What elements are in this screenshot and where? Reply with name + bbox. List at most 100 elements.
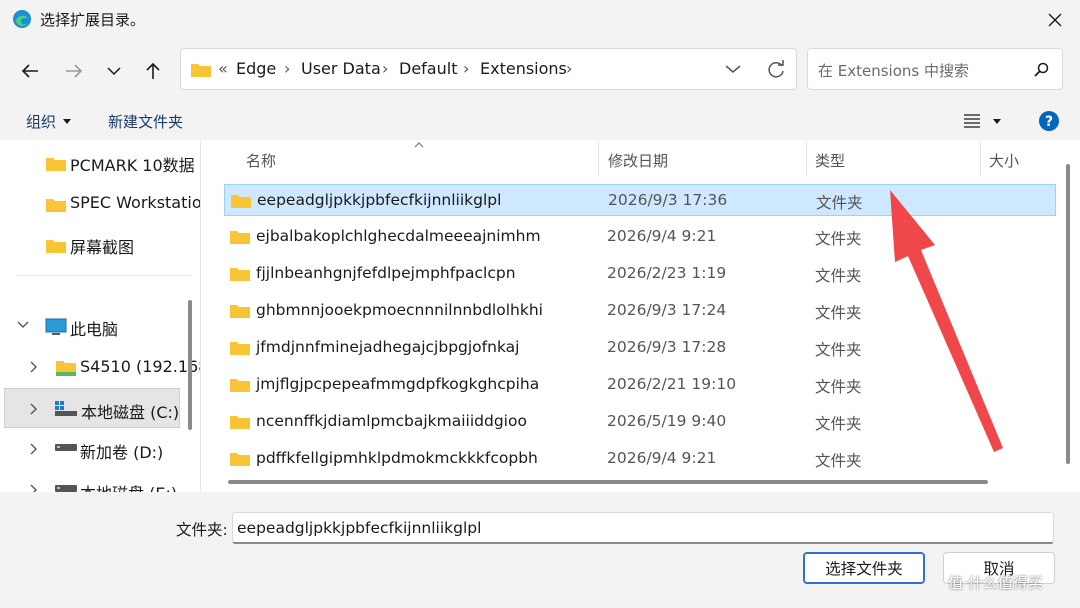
new-folder-button[interactable]: 新建文件夹 bbox=[108, 111, 183, 132]
folder-field-label: 文件夹: bbox=[176, 521, 228, 539]
up-button[interactable] bbox=[139, 58, 167, 84]
refresh-icon[interactable] bbox=[766, 60, 786, 80]
nav-item-label: 本地磁盘 (C:) bbox=[81, 403, 180, 422]
nav-item-label: 屏幕截图 bbox=[70, 238, 135, 257]
folder-icon bbox=[230, 268, 250, 281]
file-type: 文件夹 bbox=[815, 230, 862, 248]
crumb-separator[interactable]: › bbox=[463, 59, 469, 78]
drive-icon bbox=[55, 444, 77, 451]
crumb-separator[interactable]: › bbox=[566, 59, 572, 78]
column-separator[interactable] bbox=[980, 142, 981, 176]
column-separator[interactable] bbox=[598, 142, 599, 176]
forward-button[interactable] bbox=[60, 58, 88, 84]
close-button[interactable] bbox=[1040, 6, 1070, 34]
close-icon bbox=[1048, 13, 1062, 27]
folder-icon bbox=[46, 158, 66, 171]
file-row[interactable]: fjjlnbeanhgnjfefdlpejmphfpaclcpn 2026/2/… bbox=[224, 258, 1056, 290]
file-row[interactable]: eepeadgljpkkjpbfecfkijnnliikglpl 2026/9/… bbox=[224, 184, 1056, 216]
file-type: 文件夹 bbox=[815, 267, 862, 285]
overflow-chevron[interactable]: « bbox=[218, 59, 228, 78]
file-row[interactable]: jmjflgjpcpepeafmmgdpfkogkghcpiha 2026/2/… bbox=[224, 369, 1056, 401]
organize-button[interactable]: 组织 bbox=[26, 111, 56, 132]
crumb-extensions[interactable]: Extensions bbox=[480, 59, 567, 78]
horizontal-scrollbar-thumb[interactable] bbox=[228, 480, 988, 484]
edge-icon bbox=[13, 10, 31, 28]
arrow-left-icon bbox=[21, 64, 38, 78]
column-header-date[interactable]: 修改日期 bbox=[608, 150, 668, 171]
chevron-down-icon[interactable] bbox=[17, 321, 29, 329]
back-button[interactable] bbox=[16, 58, 44, 84]
search-box[interactable]: 在 Extensions 中搜索 bbox=[807, 48, 1063, 90]
caret-down-icon[interactable] bbox=[63, 119, 71, 124]
file-row[interactable]: ejbalbakoplchlghecdalmeeeajnimhm 2026/9/… bbox=[224, 221, 1056, 253]
search-icon[interactable] bbox=[1034, 62, 1050, 78]
arrow-right-icon bbox=[66, 64, 83, 78]
file-row[interactable]: ghbmnnjooekpmoecnnnilnnbdlolhkhi 2026/9/… bbox=[224, 295, 1056, 327]
view-options-icon[interactable] bbox=[964, 114, 980, 128]
folder-icon bbox=[231, 195, 251, 208]
select-folder-button[interactable]: 选择文件夹 bbox=[803, 552, 925, 584]
folder-icon bbox=[230, 379, 250, 392]
file-type: 文件夹 bbox=[815, 304, 862, 322]
nav-item-pcmark[interactable]: PCMARK 10数据 bbox=[0, 142, 195, 182]
column-header-type[interactable]: 类型 bbox=[815, 150, 845, 171]
file-name: fjjlnbeanhgnjfefdlpejmphfpaclcpn bbox=[256, 264, 516, 282]
file-name: pdffkfellgipmhklpdmokmckkkfcopbh bbox=[256, 449, 538, 467]
file-type: 文件夹 bbox=[815, 378, 862, 396]
pane-divider[interactable] bbox=[200, 140, 201, 492]
file-row[interactable]: jfmdjnnfminejadhegajcjbpgjofnkaj 2026/9/… bbox=[224, 332, 1056, 364]
folder-icon bbox=[230, 305, 250, 318]
nav-item-new-volume-d[interactable]: 新加卷 (D:) bbox=[0, 429, 185, 469]
nav-pane-scrollbar[interactable] bbox=[185, 140, 195, 492]
crumb-separator[interactable]: › bbox=[382, 59, 388, 78]
file-date: 2026/9/3 17:36 bbox=[608, 191, 728, 209]
file-list-scrollbar[interactable] bbox=[1060, 140, 1080, 492]
nav-item-screenshots[interactable]: 屏幕截图 bbox=[0, 224, 185, 264]
nav-item-label: 此电脑 bbox=[70, 320, 119, 339]
scrollbar-thumb[interactable] bbox=[188, 300, 192, 430]
chevron-right-icon[interactable] bbox=[30, 484, 38, 492]
window-title: 选择扩展目录。 bbox=[40, 11, 146, 29]
nav-item-s4510[interactable]: S4510 (192.168 bbox=[0, 347, 200, 387]
folder-field[interactable] bbox=[232, 512, 1054, 544]
file-row[interactable]: pdffkfellgipmhklpdmokmckkkfcopbh 2026/9/… bbox=[224, 443, 1056, 475]
caret-down-icon[interactable] bbox=[993, 119, 1001, 124]
folder-icon bbox=[230, 416, 250, 429]
file-name: jmjflgjpcpepeafmmgdpfkogkghcpiha bbox=[256, 375, 540, 393]
crumb-edge[interactable]: Edge bbox=[236, 59, 276, 78]
nav-item-spec[interactable]: SPEC Workstation bbox=[0, 183, 200, 223]
chevron-right-icon[interactable] bbox=[30, 443, 38, 455]
nav-item-label: SPEC Workstation bbox=[70, 193, 200, 212]
folder-icon bbox=[230, 231, 250, 244]
nav-item-label: PCMARK 10数据 bbox=[70, 156, 195, 175]
column-separator[interactable] bbox=[806, 142, 807, 176]
help-icon[interactable]: ? bbox=[1038, 110, 1060, 132]
file-list: 名称 修改日期 类型 大小 eepeadgljpkkjpbfecfkijnnli… bbox=[208, 140, 1060, 492]
nav-item-this-pc[interactable]: 此电脑 bbox=[0, 306, 185, 346]
crumb-default[interactable]: Default bbox=[399, 59, 457, 78]
file-date: 2026/5/19 9:40 bbox=[607, 412, 727, 430]
command-toolbar: 组织 新建文件夹 ? bbox=[0, 102, 1080, 140]
chevron-down-icon[interactable] bbox=[725, 64, 741, 74]
search-input[interactable]: 在 Extensions 中搜索 bbox=[818, 60, 969, 81]
watermark-text: 值·什么值得买 bbox=[948, 574, 1043, 592]
nav-item-local-disk-c[interactable]: 本地磁盘 (C:) bbox=[4, 388, 180, 428]
network-drive-icon bbox=[56, 361, 76, 376]
file-name: ncennffkjdiamlpmcbajkmaiiiddgioo bbox=[256, 412, 527, 430]
column-header-size[interactable]: 大小 bbox=[989, 150, 1019, 171]
file-date: 2026/9/3 17:24 bbox=[607, 301, 727, 319]
column-header-name[interactable]: 名称 bbox=[246, 150, 276, 171]
crumb-user-data[interactable]: User Data bbox=[301, 59, 381, 78]
nav-item-local-disk-e[interactable]: 本地磁盘 (E:) bbox=[0, 470, 185, 492]
address-bar[interactable]: « Edge › User Data › Default › Extension… bbox=[180, 48, 797, 90]
chevron-right-icon[interactable] bbox=[30, 403, 38, 415]
system-drive-icon bbox=[55, 401, 77, 416]
recent-locations-button[interactable] bbox=[100, 58, 128, 84]
file-row[interactable]: ncennffkjdiamlpmcbajkmaiiiddgioo 2026/5/… bbox=[224, 406, 1056, 438]
navigation-pane: PCMARK 10数据 SPEC Workstation 屏幕截图 此电脑 S4… bbox=[0, 140, 200, 492]
scrollbar-thumb[interactable] bbox=[1066, 164, 1070, 464]
file-type: 文件夹 bbox=[816, 194, 863, 212]
sort-ascending-icon bbox=[414, 142, 424, 148]
crumb-separator[interactable]: › bbox=[284, 59, 290, 78]
chevron-right-icon[interactable] bbox=[30, 361, 38, 373]
